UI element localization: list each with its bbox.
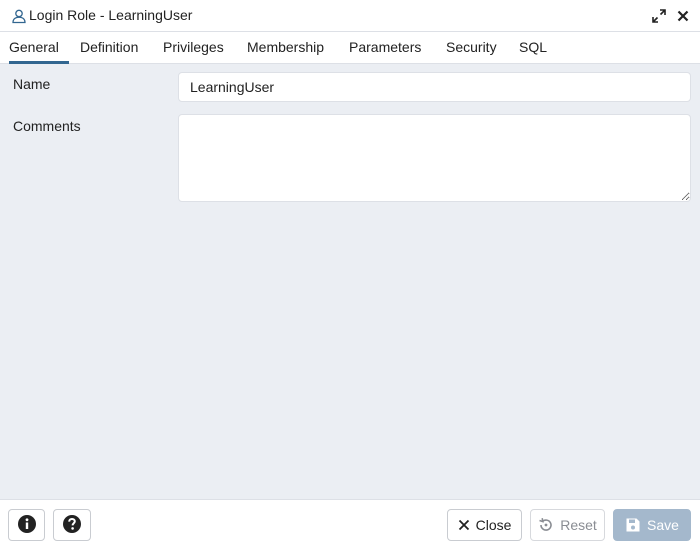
save-icon — [625, 517, 641, 533]
close-button[interactable]: Close — [447, 509, 522, 541]
info-icon — [17, 514, 37, 537]
dialog-footer: Close Reset Save — [0, 499, 700, 551]
info-button[interactable] — [8, 509, 45, 541]
tab-bar: General Definition Privileges Membership… — [0, 32, 700, 64]
comments-textarea[interactable] — [178, 114, 691, 202]
reset-button-label: Reset — [560, 517, 597, 533]
user-icon — [11, 8, 27, 24]
tab-general[interactable]: General — [9, 32, 69, 64]
close-icon — [458, 519, 470, 531]
reset-icon — [538, 517, 554, 533]
tab-definition[interactable]: Definition — [80, 32, 138, 64]
close-icon[interactable] — [674, 7, 692, 25]
dialog-titlebar: Login Role - LearningUser — [0, 0, 700, 32]
tab-security[interactable]: Security — [446, 32, 497, 64]
save-button-label: Save — [647, 517, 679, 533]
name-input[interactable] — [178, 72, 691, 102]
tab-membership[interactable]: Membership — [247, 32, 324, 64]
close-button-label: Close — [475, 517, 512, 533]
tab-privileges[interactable]: Privileges — [163, 32, 224, 64]
tab-parameters[interactable]: Parameters — [349, 32, 421, 64]
expand-icon[interactable] — [650, 7, 668, 25]
comments-label: Comments — [13, 118, 81, 134]
name-label: Name — [13, 76, 51, 92]
reset-button[interactable]: Reset — [530, 509, 605, 541]
dialog-title: Login Role - LearningUser — [29, 7, 193, 23]
save-button[interactable]: Save — [613, 509, 691, 541]
help-icon — [62, 514, 82, 537]
general-panel: Name Comments — [0, 64, 700, 499]
tab-sql[interactable]: SQL — [519, 32, 547, 64]
help-button[interactable] — [53, 509, 91, 541]
